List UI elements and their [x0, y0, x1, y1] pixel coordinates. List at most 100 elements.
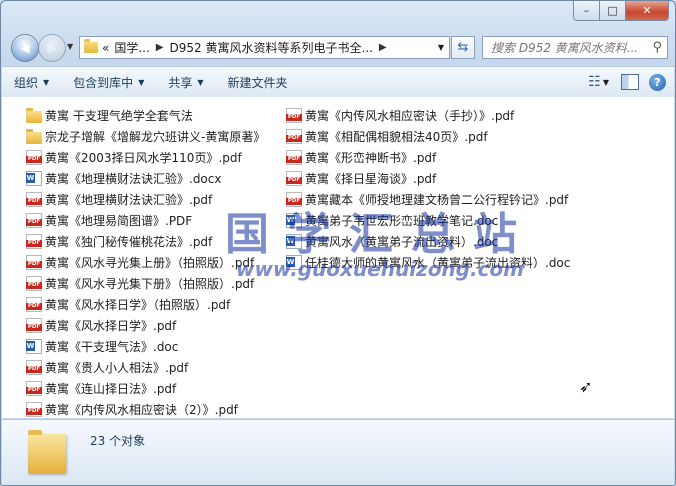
file-item[interactable]: 黄寓《择日星海谈》.pdf [286, 168, 570, 189]
file-item[interactable]: 黄寓《风水寻光集下册》（拍照版）.pdf [26, 273, 265, 294]
file-name: 黄寓《择日星海谈》.pdf [305, 172, 437, 186]
file-item[interactable]: 黄寓《内传风水相应密诀（2）》.pdf [26, 399, 265, 418]
address-bar[interactable]: « 国学... ▶ D952 黄寓风水资料等系列电子书全... ▶ ▼ [79, 36, 450, 59]
file-name: 黄寓《地理横财法诀汇验》.pdf [45, 193, 213, 207]
file-name: 黄寓 干支理气绝学全套气法 [45, 109, 193, 123]
file-item[interactable]: 黄寓《相配偶相貌相法40页》.pdf [286, 126, 570, 147]
pdf-file-icon [286, 129, 302, 144]
share-label: 共享 [168, 75, 193, 90]
file-name: 黄寓《地理易简图谱》.PDF [45, 214, 193, 228]
pdf-file-icon [26, 381, 42, 396]
file-item[interactable]: 黄寓藏本《师授地理建文杨曾二公行程钤记》.pdf [286, 189, 570, 210]
pdf-file-icon [26, 192, 42, 207]
chevron-down-icon[interactable]: ▼ [438, 43, 444, 52]
command-bar: 组织 ▼ 包含到库中 ▼ 共享 ▼ 新建文件夹 ☷ ▼ ? [2, 66, 674, 98]
details-pane: 23 个对象 [2, 419, 674, 485]
search-icon[interactable]: ⚲ [652, 40, 662, 55]
pdf-file-icon [26, 297, 42, 312]
file-name: 黄寓弟子韦世宏形峦班教学笔记.doc [305, 214, 499, 228]
pdf-file-icon [26, 360, 42, 375]
maximize-button[interactable]: □ [600, 1, 626, 21]
breadcrumb-item[interactable]: 国学... [114, 39, 149, 56]
file-name: 黄寓《2003择日风水学110页》.pdf [45, 151, 242, 165]
folder-icon [84, 39, 98, 53]
chevron-right-icon[interactable]: ▶ [156, 42, 164, 53]
file-name: 黄寓《相配偶相貌相法40页》.pdf [305, 130, 488, 144]
back-button[interactable]: ◀ [11, 34, 39, 62]
file-name: 任桂德大师的黄寓风水（黄寓弟子流出资料）.doc [305, 256, 571, 270]
file-name: 黄寓《内传风水相应密诀（2）》.pdf [45, 403, 238, 417]
pdf-file-icon [286, 108, 302, 123]
file-name: 黄寓《干支理气法》.doc [45, 340, 179, 354]
view-options-icon[interactable]: ☷ [588, 74, 601, 90]
recent-pages-dropdown[interactable]: ▼ [67, 42, 73, 51]
file-item[interactable]: 黄寓弟子韦世宏形峦班教学笔记.doc [286, 210, 570, 231]
share-button[interactable]: 共享 ▼ [156, 74, 215, 91]
file-item[interactable]: 任桂德大师的黄寓风水（黄寓弟子流出资料）.doc [286, 252, 570, 273]
include-in-library-label: 包含到库中 [73, 75, 134, 90]
item-count: 23 个对象 [90, 434, 146, 448]
file-item[interactable]: 黄寓《地理易简图谱》.PDF [26, 210, 265, 231]
help-icon[interactable]: ? [649, 73, 666, 91]
file-name: 黄寓《贵人小人相法》.pdf [45, 361, 189, 375]
caption-buttons: – □ ✕ [573, 1, 669, 21]
pdf-file-icon [286, 150, 302, 165]
new-folder-label: 新建文件夹 [227, 75, 288, 90]
file-item[interactable]: 黄寓 干支理气绝学全套气法 [26, 105, 265, 126]
preview-pane-icon[interactable] [621, 74, 639, 90]
address-overflow[interactable]: « [102, 41, 109, 55]
file-item[interactable]: 黄寓《干支理气法》.doc [26, 336, 265, 357]
file-item[interactable]: 黄寓《贵人小人相法》.pdf [26, 357, 265, 378]
file-item[interactable]: 黄寓《内传风水相应密诀（手抄）》.pdf [286, 105, 570, 126]
word-file-icon [286, 255, 302, 270]
file-column: 黄寓 干支理气绝学全套气法宗龙子增解《增解龙穴班讲义-黄寓原著》黄寓《2003择… [26, 105, 265, 418]
include-in-library-button[interactable]: 包含到库中 ▼ [61, 74, 156, 91]
file-name: 黄寓《风水择日学》.pdf [45, 319, 177, 333]
chevron-down-icon[interactable]: ▼ [603, 78, 609, 87]
file-item[interactable]: 黄寓《地理横财法诀汇验》.pdf [26, 189, 265, 210]
chevron-down-icon: ▼ [197, 77, 204, 87]
file-name: 黄寓《风水寻光集上册》（拍照版）.pdf [45, 256, 255, 270]
pdf-file-icon [26, 150, 42, 165]
file-name: 黄寓《独门秘传催桃花法》.pdf [45, 235, 213, 249]
word-file-icon [26, 339, 42, 354]
file-item[interactable]: 黄寓《独门秘传催桃花法》.pdf [26, 231, 265, 252]
word-file-icon [26, 171, 42, 186]
word-file-icon [286, 234, 302, 249]
close-button[interactable]: ✕ [626, 1, 669, 21]
file-item[interactable]: 黄寓《形峦神断书》.pdf [286, 147, 570, 168]
file-item[interactable]: 黄寓《地理横财法诀汇验》.docx [26, 168, 265, 189]
file-name: 黄寓《连山择日法》.pdf [45, 382, 177, 396]
file-name: 黄寓《内传风水相应密诀（手抄）》.pdf [305, 109, 515, 123]
file-name: 宗龙子增解《增解龙穴班讲义-黄寓原著》 [45, 130, 266, 144]
pdf-file-icon [26, 234, 42, 249]
chevron-down-icon: ▼ [43, 77, 50, 87]
breadcrumb-item[interactable]: D952 黄寓风水资料等系列电子书全... [170, 39, 373, 56]
file-item[interactable]: 黄寓《风水择日学》.pdf [26, 315, 265, 336]
folder-icon [28, 430, 66, 474]
file-item[interactable]: 黄寓《风水择日学》（拍照版）.pdf [26, 294, 265, 315]
pdf-file-icon [26, 402, 42, 417]
chevron-right-icon[interactable]: ▶ [379, 42, 387, 53]
organize-button[interactable]: 组织 ▼ [2, 74, 61, 91]
word-file-icon [286, 213, 302, 228]
mouse-cursor-icon: ➶ [579, 377, 593, 396]
file-item[interactable]: 黄寓《连山择日法》.pdf [26, 378, 265, 399]
search-box[interactable]: ⚲ [482, 36, 668, 59]
folder-icon [26, 107, 42, 123]
file-list[interactable]: 黄寓 干支理气绝学全套气法宗龙子增解《增解龙穴班讲义-黄寓原著》黄寓《2003择… [2, 97, 674, 418]
pdf-file-icon [286, 171, 302, 186]
new-folder-button[interactable]: 新建文件夹 [216, 74, 300, 91]
file-item[interactable]: 宗龙子增解《增解龙穴班讲义-黄寓原著》 [26, 126, 265, 147]
file-name: 黄寓《形峦神断书》.pdf [305, 151, 437, 165]
forward-button[interactable]: ▶ [38, 34, 66, 62]
search-input[interactable] [489, 39, 643, 56]
file-name: 黄寓《风水寻光集下册》（拍照版）.pdf [45, 277, 255, 291]
file-item[interactable]: 黄寓《2003择日风水学110页》.pdf [26, 147, 265, 168]
file-item[interactable]: 黄寓《风水寻光集上册》（拍照版）.pdf [26, 252, 265, 273]
minimize-button[interactable]: – [573, 1, 600, 21]
file-item[interactable]: 黄寓风水（黄寓弟子流出资料）.doc [286, 231, 570, 252]
refresh-button[interactable]: ⇆ [451, 36, 475, 59]
pdf-file-icon [286, 192, 302, 207]
organize-label: 组织 [14, 75, 39, 90]
